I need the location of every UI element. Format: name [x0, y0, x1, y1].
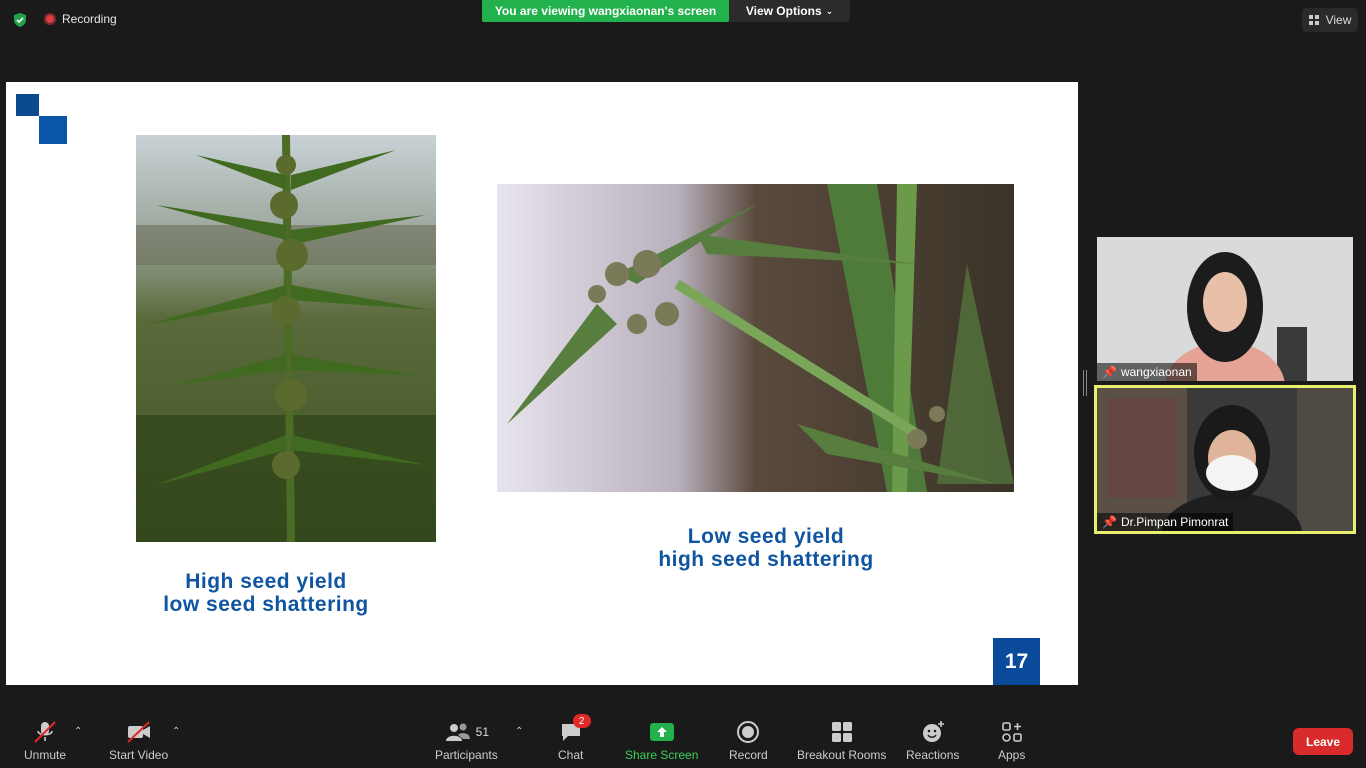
participants-button[interactable]: 51 Participants — [435, 720, 498, 762]
caption-low-yield-line1: Low seed yield — [687, 525, 845, 548]
participants-count: 51 — [475, 725, 490, 739]
breakout-rooms-icon — [831, 722, 852, 742]
participant-name-tag: 📌 Dr.Pimpan Pimonrat — [1097, 513, 1234, 531]
participant-name-tag: 📌 wangxiaonan — [1097, 363, 1197, 381]
low-yield-plant-photo — [497, 184, 1014, 492]
recording-dot-icon — [44, 13, 56, 25]
pin-icon: 📌 — [1102, 515, 1117, 529]
video-camera-off-icon — [126, 721, 150, 743]
caption-high-yield: High seed yield low seed shattering — [136, 570, 396, 616]
share-screen-icon — [649, 723, 674, 741]
view-options-label: View Options — [745, 4, 822, 18]
participant-name: Dr.Pimpan Pimonrat — [1120, 515, 1229, 529]
participants-options-caret-icon[interactable]: ⌃ — [515, 726, 523, 737]
grid-view-icon — [1308, 14, 1319, 25]
reactions-smiley-icon — [922, 721, 944, 742]
view-label: View — [1325, 13, 1352, 27]
view-button[interactable]: View — [1302, 8, 1358, 32]
start-video-button[interactable]: Start Video — [109, 720, 168, 762]
panel-resize-handle[interactable] — [1083, 370, 1087, 396]
participant-video-dr-pimpan — [1097, 388, 1353, 531]
caption-low-yield-line2: high seed shattering — [658, 548, 874, 571]
breakout-rooms-button[interactable]: Breakout Rooms — [797, 720, 886, 762]
video-options-caret-icon[interactable]: ⌃ — [172, 726, 180, 737]
apps-button[interactable]: Apps — [998, 720, 1025, 762]
video-tile-dr-pimpan[interactable]: 📌 Dr.Pimpan Pimonrat — [1094, 385, 1356, 534]
caption-low-yield: Low seed yield high seed shattering — [636, 525, 896, 571]
microphone-muted-icon — [34, 721, 56, 743]
chevron-down-icon: ⌄ — [825, 5, 834, 16]
apps-icon — [1001, 722, 1022, 742]
record-icon — [737, 721, 760, 743]
video-tile-wangxiaonan[interactable]: 📌 wangxiaonan — [1097, 237, 1353, 381]
reactions-label: Reactions — [906, 748, 960, 762]
slide-logo-square-large — [39, 116, 67, 144]
shared-screen-slide[interactable]: High seed yield low seed shattering Low … — [6, 82, 1078, 685]
recording-indicator[interactable]: Recording — [44, 12, 117, 26]
high-yield-plant-photo — [136, 135, 436, 542]
share-screen-label: Share Screen — [625, 748, 699, 762]
chat-label: Chat — [558, 748, 584, 762]
record-button[interactable]: Record — [729, 720, 768, 762]
slide-logo-square-small — [16, 94, 39, 116]
record-label: Record — [729, 748, 768, 762]
participants-icon — [445, 723, 470, 741]
caption-high-yield-line1: High seed yield — [185, 570, 347, 593]
participants-label: Participants — [435, 748, 498, 762]
caption-high-yield-line2: low seed shattering — [163, 593, 369, 616]
leave-button[interactable]: Leave — [1293, 728, 1353, 755]
chat-button[interactable]: 2 Chat — [558, 714, 591, 762]
security-shield-icon[interactable] — [12, 12, 28, 28]
top-bar: Recording You are viewing wangxiaonan's … — [0, 0, 1366, 40]
breakout-rooms-label: Breakout Rooms — [797, 748, 887, 762]
unmute-button[interactable]: Unmute — [24, 720, 66, 762]
chat-unread-badge: 2 — [572, 714, 591, 728]
unmute-label: Unmute — [24, 748, 67, 762]
participant-name: wangxiaonan — [1120, 365, 1192, 379]
view-options-button[interactable]: View Options ⌄ — [729, 0, 850, 22]
participant-video-wangxiaonan — [1097, 237, 1353, 381]
recording-label: Recording — [62, 12, 117, 26]
slide-page-number: 17 — [993, 638, 1040, 685]
audio-options-caret-icon[interactable]: ⌃ — [74, 726, 82, 737]
reactions-button[interactable]: Reactions — [906, 720, 959, 762]
apps-label: Apps — [998, 748, 1026, 762]
pin-icon: 📌 — [1102, 365, 1117, 379]
viewing-screen-banner: You are viewing wangxiaonan's screen — [482, 0, 729, 22]
start-video-label: Start Video — [109, 748, 169, 762]
share-screen-button[interactable]: Share Screen — [625, 720, 698, 762]
